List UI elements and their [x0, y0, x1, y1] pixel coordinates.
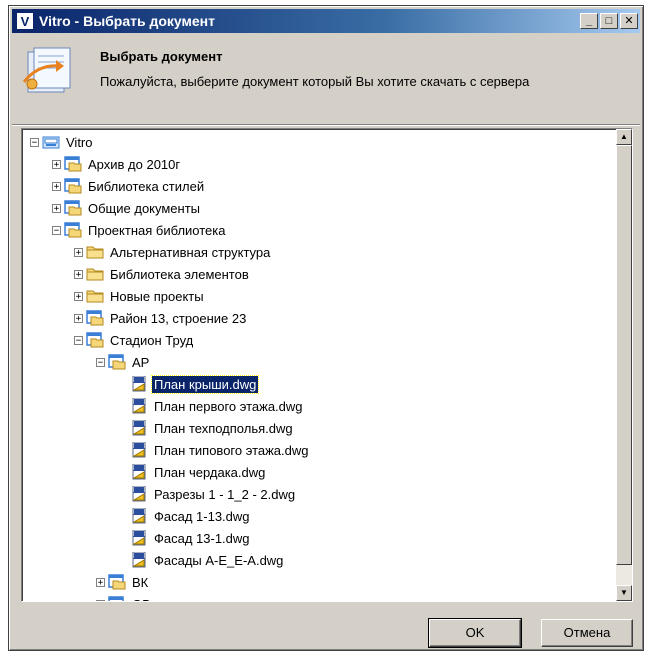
tree-item-alt-structure[interactable]: + Альтернативная структура [74, 241, 272, 263]
tree-item-label: План первого этажа.dwg [154, 398, 303, 414]
tree-item-stadium[interactable]: − Стадион Труд [74, 329, 195, 351]
tree-item-label: План крыши.dwg [150, 374, 260, 394]
folder-icon [86, 244, 104, 260]
document-transfer-icon [22, 47, 71, 93]
scroll-down-arrow-icon[interactable]: ▼ [616, 585, 632, 601]
tree-item-file[interactable]: План техподполья.dwg [118, 417, 295, 439]
expand-plus-icon[interactable]: + [52, 203, 61, 213]
expand-plus-icon[interactable]: + [52, 159, 61, 169]
close-button[interactable]: ✕ [620, 13, 638, 29]
tree-item-new-projects[interactable]: + Новые проекты [74, 285, 206, 307]
tree-item-label: Фасад 13-1.dwg [154, 530, 250, 546]
tree-item-file[interactable]: План чердака.dwg [118, 461, 267, 483]
tree-item-ov[interactable]: + ОВ [96, 593, 153, 602]
tree-item-label: План чердака.dwg [154, 464, 266, 480]
tree-item-label: Vitro [66, 134, 93, 150]
collapse-minus-icon[interactable]: − [30, 137, 39, 147]
project-folder-icon [86, 310, 104, 326]
title-bar[interactable]: V Vitro - Выбрать документ _ □ ✕ [12, 9, 640, 33]
tree-item-label: Фасады А-Е_Е-А.dwg [154, 552, 284, 568]
project-folder-icon [64, 178, 82, 194]
window-title: Vitro - Выбрать документ [39, 13, 215, 29]
tree-item-label: Разрезы 1 - 1_2 - 2.dwg [154, 486, 296, 502]
header-title: Выбрать документ [100, 49, 223, 64]
tree-item-file[interactable]: План крыши.dwg [118, 373, 260, 395]
dwg-file-icon [130, 419, 148, 436]
scroll-up-arrow-icon[interactable]: ▲ [616, 129, 632, 145]
tree-item-label: Стадион Труд [110, 332, 194, 348]
tree-item-label: АР [132, 354, 150, 370]
dwg-file-icon [130, 529, 148, 546]
tree-item-label: Фасад 1-13.dwg [154, 508, 250, 524]
dwg-file-icon [130, 375, 148, 392]
tree-item-vitro[interactable]: − Vitro [30, 131, 95, 153]
tree-item-label: ВК [132, 574, 149, 590]
project-folder-icon [86, 332, 104, 348]
tree-item-label: Проектная библиотека [88, 222, 226, 238]
minimize-button[interactable]: _ [580, 13, 598, 29]
expand-plus-icon[interactable]: + [96, 599, 105, 601]
project-folder-icon [64, 200, 82, 216]
expand-plus-icon[interactable]: + [74, 291, 83, 301]
dwg-file-icon [130, 463, 148, 480]
dwg-file-icon [130, 485, 148, 502]
dialog-window: V Vitro - Выбрать документ _ □ ✕ Выбрать… [8, 5, 644, 651]
header-description: Пожалуйста, выберите документ который Вы… [100, 74, 530, 89]
server-icon [42, 134, 60, 150]
tree-item-label: План типового этажа.dwg [154, 442, 309, 458]
tree-item-archive[interactable]: + Архив до 2010г [52, 153, 182, 175]
scrollbar-thumb[interactable] [616, 145, 632, 565]
dwg-file-icon [130, 397, 148, 414]
dialog-header: Выбрать документ Пожалуйста, выберите до… [12, 34, 640, 124]
tree-item-label: Район 13, строение 23 [110, 310, 247, 326]
tree-item-styles-library[interactable]: + Библиотека стилей [52, 175, 206, 197]
tree-item-label: План техподполья.dwg [154, 420, 293, 436]
tree-item-district-13[interactable]: + Район 13, строение 23 [74, 307, 248, 329]
project-folder-icon [108, 354, 126, 370]
tree-item-file[interactable]: Фасад 13-1.dwg [118, 527, 252, 549]
expand-plus-icon[interactable]: + [74, 247, 83, 257]
expand-plus-icon[interactable]: + [96, 577, 105, 587]
tree-item-label: Альтернативная структура [110, 244, 271, 260]
tree-item-ar[interactable]: − АР [96, 351, 151, 373]
project-folder-icon [64, 222, 82, 238]
tree-item-file[interactable]: Разрезы 1 - 1_2 - 2.dwg [118, 483, 297, 505]
expand-plus-icon[interactable]: + [52, 181, 61, 191]
document-tree[interactable]: ▲ ▼ − Vitro + Архив до 2010г + Библиотека сти… [21, 128, 633, 602]
collapse-minus-icon[interactable]: − [96, 357, 105, 367]
project-folder-icon [64, 156, 82, 172]
expand-plus-icon[interactable]: + [74, 269, 83, 279]
dwg-file-icon [130, 551, 148, 568]
expand-plus-icon[interactable]: + [74, 313, 83, 323]
vitro-app-icon: V [16, 12, 34, 30]
tree-item-file[interactable]: Фасад 1-13.dwg [118, 505, 252, 527]
tree-item-label: Новые проекты [110, 288, 204, 304]
project-folder-icon [108, 574, 126, 590]
ok-button[interactable]: OK [428, 618, 522, 648]
tree-item-label: Библиотека элементов [110, 266, 249, 282]
tree-item-project-library[interactable]: − Проектная библиотека [52, 219, 227, 241]
tree-item-label: ОВ [130, 596, 153, 602]
tree-item-label: Архив до 2010г [88, 156, 181, 172]
project-folder-icon [108, 596, 126, 601]
cancel-button[interactable]: Отмена [541, 619, 633, 647]
tree-item-file[interactable]: План типового этажа.dwg [118, 439, 311, 461]
collapse-minus-icon[interactable]: − [52, 225, 61, 235]
folder-icon [86, 266, 104, 282]
tree-item-file[interactable]: План первого этажа.dwg [118, 395, 305, 417]
dwg-file-icon [130, 441, 148, 458]
tree-item-vk[interactable]: + ВК [96, 571, 150, 593]
vertical-scrollbar[interactable]: ▲ ▼ [616, 129, 632, 601]
tree-item-shared-docs[interactable]: + Общие документы [52, 197, 202, 219]
header-divider [12, 124, 640, 126]
tree-item-file[interactable]: Фасады А-Е_Е-А.dwg [118, 549, 285, 571]
tree-item-label: Общие документы [88, 200, 201, 216]
tree-item-label: Библиотека стилей [88, 178, 205, 194]
folder-icon [86, 288, 104, 304]
tree-item-elements-library[interactable]: + Библиотека элементов [74, 263, 251, 285]
dwg-file-icon [130, 507, 148, 524]
maximize-button[interactable]: □ [600, 13, 618, 29]
collapse-minus-icon[interactable]: − [74, 335, 83, 345]
